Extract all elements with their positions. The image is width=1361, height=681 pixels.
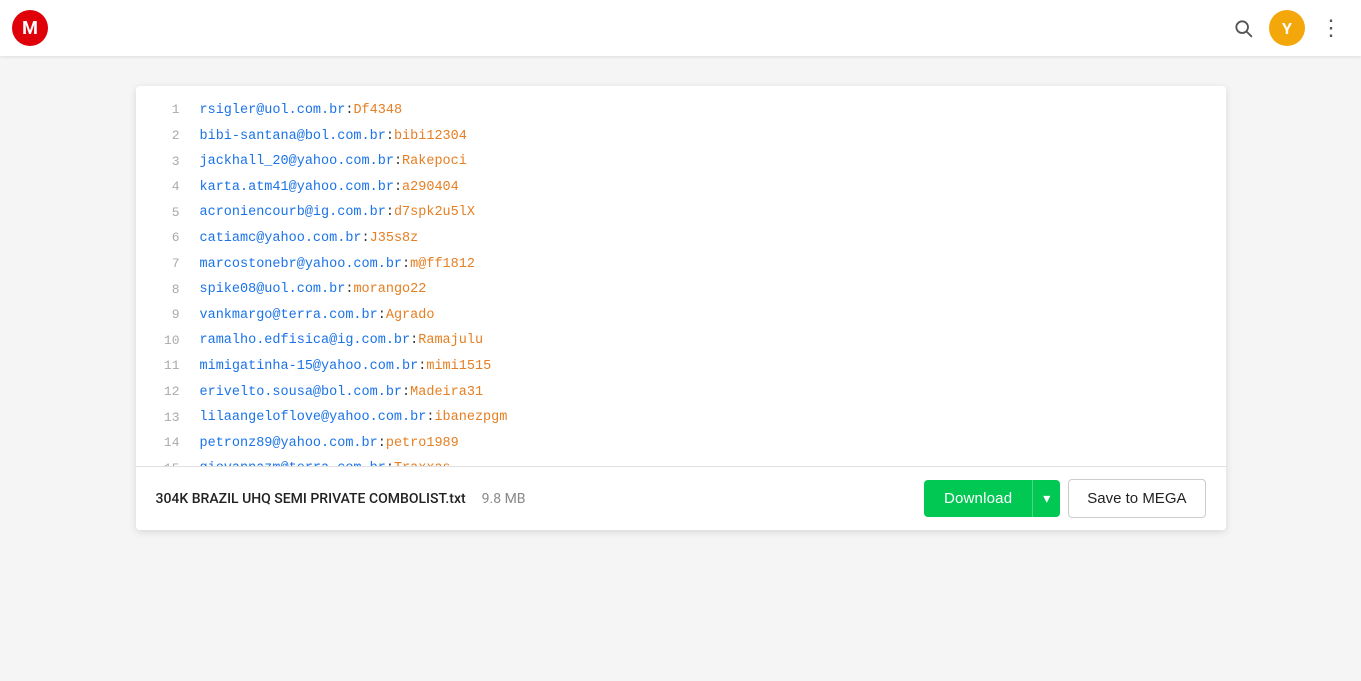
topbar-right: Y ⋮	[1225, 10, 1349, 46]
table-row: 2 bibi-santana@bol.com.br:bibi12304	[136, 124, 1226, 150]
line-email: jackhall_20@yahoo.com.br	[200, 151, 394, 173]
line-number: 13	[152, 408, 180, 429]
line-email: ramalho.edfisica@ig.com.br	[200, 330, 411, 352]
line-number: 14	[152, 433, 180, 454]
line-password: d7spk2u5lX	[394, 202, 475, 224]
table-row: 1 rsigler@uol.com.br:Df4348	[136, 98, 1226, 124]
line-email: petronz89@yahoo.com.br	[200, 433, 378, 455]
line-separator: :	[378, 305, 386, 327]
line-separator: :	[394, 177, 402, 199]
footer-actions: Download ▾ Save to MEGA	[924, 479, 1206, 518]
file-content-area[interactable]: 1rsigler@uol.com.br:Df43482bibi-santana@…	[136, 86, 1226, 466]
topbar-left: M	[12, 10, 48, 46]
line-email: bibi-santana@bol.com.br	[200, 126, 386, 148]
line-separator: :	[402, 382, 410, 404]
main-content: 1rsigler@uol.com.br:Df43482bibi-santana@…	[0, 56, 1361, 560]
save-to-mega-button[interactable]: Save to MEGA	[1068, 479, 1205, 518]
line-password: Df4348	[353, 100, 402, 122]
line-email: lilaangeloflove@yahoo.com.br	[200, 407, 427, 429]
line-number: 7	[152, 254, 180, 275]
line-password: J35s8z	[370, 228, 419, 250]
table-row: 7 marcostonebr@yahoo.com.br:m@ff1812	[136, 252, 1226, 278]
download-button[interactable]: Download	[924, 480, 1032, 517]
file-footer: 304K BRAZIL UHQ SEMI PRIVATE COMBOLIST.t…	[136, 466, 1226, 530]
line-separator: :	[386, 126, 394, 148]
line-email: spike08@uol.com.br	[200, 279, 346, 301]
line-separator: :	[394, 151, 402, 173]
line-separator: :	[345, 100, 353, 122]
file-info: 304K BRAZIL UHQ SEMI PRIVATE COMBOLIST.t…	[156, 491, 526, 507]
file-name: 304K BRAZIL UHQ SEMI PRIVATE COMBOLIST.t…	[156, 491, 466, 507]
table-row: 13 lilaangeloflove@yahoo.com.br:ibanezpgm	[136, 405, 1226, 431]
chevron-down-icon: ▾	[1043, 490, 1050, 507]
line-password: Rakepoci	[402, 151, 467, 173]
line-number: 11	[152, 356, 180, 377]
line-separator: :	[378, 433, 386, 455]
line-number: 9	[152, 305, 180, 326]
line-email: rsigler@uol.com.br	[200, 100, 346, 122]
line-email: marcostonebr@yahoo.com.br	[200, 254, 403, 276]
line-number: 10	[152, 331, 180, 352]
line-password: petro1989	[386, 433, 459, 455]
line-password: a290404	[402, 177, 459, 199]
line-separator: :	[402, 254, 410, 276]
file-size: 9.8 MB	[482, 491, 526, 507]
search-icon	[1233, 18, 1253, 38]
table-row: 3 jackhall_20@yahoo.com.br:Rakepoci	[136, 149, 1226, 175]
table-row: 6 catiamc@yahoo.com.br:J35s8z	[136, 226, 1226, 252]
line-password: Ramajulu	[418, 330, 483, 352]
table-row: 10 ramalho.edfisica@ig.com.br:Ramajulu	[136, 328, 1226, 354]
line-number: 3	[152, 152, 180, 173]
download-arrow-button[interactable]: ▾	[1032, 480, 1060, 517]
search-button[interactable]	[1225, 10, 1261, 46]
line-number: 12	[152, 382, 180, 403]
line-number: 8	[152, 280, 180, 301]
download-button-group: Download ▾	[924, 480, 1060, 517]
more-menu-button[interactable]: ⋮	[1313, 10, 1349, 46]
table-row: 14 petronz89@yahoo.com.br:petro1989	[136, 431, 1226, 457]
line-email: catiamc@yahoo.com.br	[200, 228, 362, 250]
table-row: 12 erivelto.sousa@bol.com.br:Madeira31	[136, 380, 1226, 406]
line-separator: :	[410, 330, 418, 352]
line-password: Madeira31	[410, 382, 483, 404]
line-separator: :	[386, 458, 394, 466]
line-email: erivelto.sousa@bol.com.br	[200, 382, 403, 404]
mega-logo[interactable]: M	[12, 10, 48, 46]
line-password: m@ff1812	[410, 254, 475, 276]
line-password: Traxxas	[394, 458, 451, 466]
line-password: ibanezpgm	[434, 407, 507, 429]
table-row: 15 giovannazm@terra.com.br:Traxxas	[136, 456, 1226, 466]
line-number: 5	[152, 203, 180, 224]
line-password: bibi12304	[394, 126, 467, 148]
line-separator: :	[426, 407, 434, 429]
line-number: 15	[152, 459, 180, 466]
line-email: vankmargo@terra.com.br	[200, 305, 378, 327]
table-row: 8 spike08@uol.com.br:morango22	[136, 277, 1226, 303]
line-email: giovannazm@terra.com.br	[200, 458, 386, 466]
line-email: mimigatinha-15@yahoo.com.br	[200, 356, 419, 378]
line-separator: :	[418, 356, 426, 378]
line-number: 2	[152, 126, 180, 147]
line-password: mimi1515	[426, 356, 491, 378]
table-row: 11 mimigatinha-15@yahoo.com.br:mimi1515	[136, 354, 1226, 380]
line-password: morango22	[353, 279, 426, 301]
line-number: 4	[152, 177, 180, 198]
line-separator: :	[362, 228, 370, 250]
more-icon: ⋮	[1320, 17, 1342, 39]
line-email: karta.atm41@yahoo.com.br	[200, 177, 394, 199]
line-email: acroniencourb@ig.com.br	[200, 202, 386, 224]
file-viewer: 1rsigler@uol.com.br:Df43482bibi-santana@…	[136, 86, 1226, 530]
line-separator: :	[345, 279, 353, 301]
line-number: 1	[152, 100, 180, 121]
topbar: M Y ⋮	[0, 0, 1361, 56]
table-row: 5 acroniencourb@ig.com.br:d7spk2u5lX	[136, 200, 1226, 226]
table-row: 9 vankmargo@terra.com.br:Agrado	[136, 303, 1226, 329]
line-separator: :	[386, 202, 394, 224]
line-number: 6	[152, 228, 180, 249]
line-password: Agrado	[386, 305, 435, 327]
table-row: 4 karta.atm41@yahoo.com.br:a290404	[136, 175, 1226, 201]
user-avatar[interactable]: Y	[1269, 10, 1305, 46]
